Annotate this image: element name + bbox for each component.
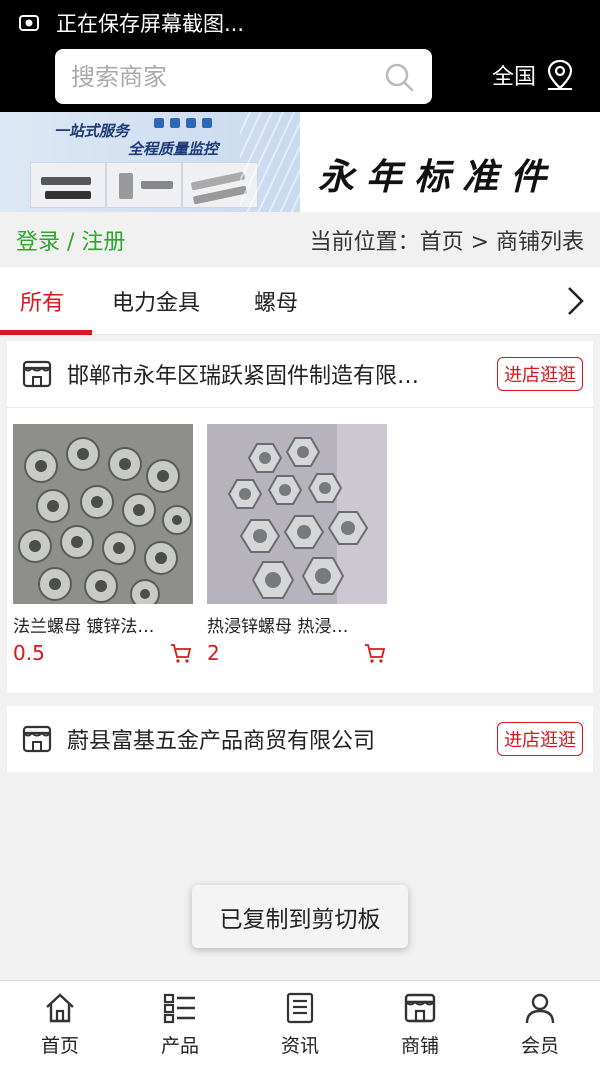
product-image-hex-nuts[interactable]: [207, 424, 387, 604]
active-tab-indicator: [0, 330, 92, 335]
nav-item-home[interactable]: 首页: [0, 981, 120, 1067]
breadcrumb: 当前位置：首页 > 商铺列表: [309, 229, 584, 255]
shop-header[interactable]: 邯郸市永年区瑞跃紧固件制造有限… 进店逛逛: [7, 341, 593, 407]
search-box[interactable]: [55, 49, 432, 104]
tab-all[interactable]: 所有: [20, 267, 64, 335]
product-list: 法兰螺母 镀锌法… 0.5 热浸锌螺母 热浸… 2: [7, 408, 593, 665]
store-icon: [403, 991, 437, 1025]
status-text: 正在保存屏幕截图...: [56, 12, 245, 36]
product-card[interactable]: 法兰螺母 镀锌法… 0.5: [13, 424, 193, 665]
product-price: 0.5: [13, 641, 45, 665]
shop-card: 蔚县富基五金产品商贸有限公司 进店逛逛: [7, 706, 593, 772]
nav-item-shops[interactable]: 商铺: [360, 981, 480, 1067]
bolt-image: [106, 162, 182, 208]
search-input[interactable]: [71, 62, 382, 91]
home-icon: [43, 991, 77, 1025]
region-selector[interactable]: 全国: [492, 58, 576, 92]
shop-header[interactable]: 蔚县富基五金产品商贸有限公司 进店逛逛: [7, 706, 593, 772]
user-icon: [523, 991, 557, 1025]
search-icon[interactable]: [382, 60, 416, 94]
region-label: 全国: [492, 65, 537, 90]
top-bar: 全国: [0, 46, 600, 112]
bottom-nav: 首页 产品 资讯 商铺 会员: [0, 980, 600, 1067]
bolt-image: [30, 162, 106, 208]
banner-stripes: [240, 112, 300, 212]
cart-icon[interactable]: [169, 641, 193, 665]
shop-name[interactable]: 邯郸市永年区瑞跃紧固件制造有限…: [67, 358, 497, 390]
status-bar: 正在保存屏幕截图...: [0, 0, 600, 46]
category-tabs: 所有 电力金具 螺母: [0, 267, 600, 335]
screenshot-icon: [18, 12, 40, 34]
banner-slogan-1: 一站式服务: [54, 122, 130, 140]
banner-product-images: [30, 162, 258, 208]
login-register-link[interactable]: 登录 / 注册: [16, 224, 125, 256]
banner-slogan-2: 全程质量监控: [128, 140, 219, 158]
news-icon: [283, 991, 317, 1025]
nav-label: 会员: [520, 1034, 559, 1057]
nav-item-member[interactable]: 会员: [480, 981, 600, 1067]
product-name[interactable]: 热浸锌螺母 热浸…: [207, 612, 387, 637]
visit-shop-button[interactable]: 进店逛逛: [497, 357, 583, 391]
tab-power-fittings[interactable]: 电力金具: [112, 267, 200, 335]
nav-item-products[interactable]: 产品: [120, 981, 240, 1067]
banner-brand-name: 永年标准件: [318, 156, 559, 198]
nav-label: 商铺: [400, 1034, 439, 1057]
nav-label: 资讯: [280, 1034, 319, 1057]
product-card[interactable]: 热浸锌螺母 热浸… 2: [207, 424, 387, 665]
store-icon: [21, 358, 53, 390]
list-icon: [163, 991, 197, 1025]
cart-icon[interactable]: [363, 641, 387, 665]
product-name[interactable]: 法兰螺母 镀锌法…: [13, 612, 193, 637]
shop-card: 邯郸市永年区瑞跃紧固件制造有限… 进店逛逛 法兰螺母 镀锌法… 0.5 热浸锌螺…: [7, 341, 593, 693]
store-icon: [21, 723, 53, 755]
tab-nuts[interactable]: 螺母: [254, 267, 298, 335]
shop-name[interactable]: 蔚县富基五金产品商贸有限公司: [67, 723, 497, 755]
toast-message: 已复制到剪切板: [192, 885, 408, 948]
banner[interactable]: 一站式服务 全程质量监控 永年标准件: [0, 112, 600, 212]
location-icon: [544, 58, 576, 92]
nav-label: 首页: [40, 1034, 79, 1057]
crumb-bar: 登录 / 注册 当前位置：首页 > 商铺列表: [0, 212, 600, 267]
visit-shop-button[interactable]: 进店逛逛: [497, 722, 583, 756]
banner-badges: [154, 118, 212, 128]
product-price: 2: [207, 641, 220, 665]
product-image-flange-nuts[interactable]: [13, 424, 193, 604]
chevron-right-icon[interactable]: [564, 285, 586, 321]
nav-item-news[interactable]: 资讯: [240, 981, 360, 1067]
nav-label: 产品: [160, 1034, 199, 1057]
